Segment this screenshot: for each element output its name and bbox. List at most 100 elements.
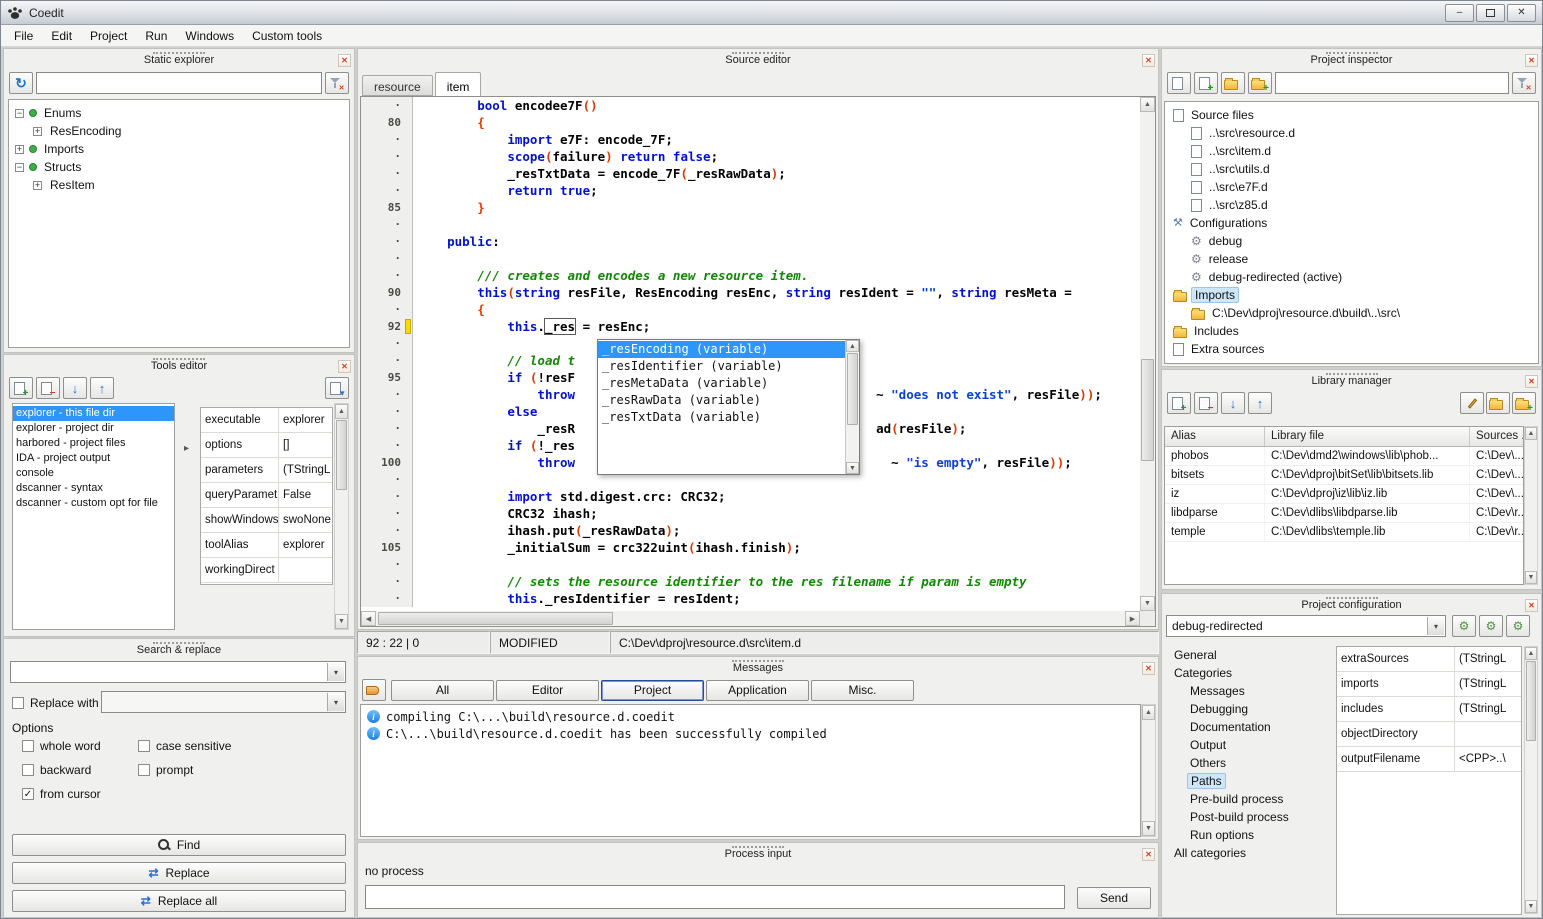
scroll-thumb[interactable] (378, 612, 613, 625)
add-tool-button[interactable] (9, 377, 33, 399)
tree-item[interactable]: C:\Dev\dproj\resource.d\build\..\src\ (1165, 304, 1538, 322)
option-checkbox[interactable]: whole word (22, 739, 138, 753)
move-tool-up-button[interactable]: ↑ (90, 377, 114, 399)
table-row[interactable]: phobosC:\Dev\dmd2\windows\lib\phob...C:\… (1165, 447, 1523, 466)
tab-item[interactable]: item (435, 72, 482, 97)
execute-tool-button[interactable] (325, 377, 349, 399)
column-header[interactable]: Alias (1165, 427, 1265, 446)
tool-item[interactable]: console (13, 466, 174, 481)
code-line[interactable]: · (361, 556, 1140, 573)
maximize-button[interactable] (1476, 4, 1505, 22)
replace-button[interactable]: ⇄ Replace (12, 862, 346, 884)
clear-filter-button[interactable]: ✕ (325, 72, 349, 94)
menu-item-project[interactable]: Project (81, 26, 136, 46)
option-checkbox[interactable]: case sensitive (138, 739, 342, 753)
scroll-down-button[interactable]: ▼ (1525, 900, 1537, 913)
expand-icon[interactable]: + (15, 145, 24, 154)
tree-item[interactable]: Includes (1165, 322, 1538, 340)
editor-hscrollbar[interactable]: ◀ ▶ (361, 611, 1140, 626)
close-process-input-button[interactable]: ✕ (1142, 848, 1155, 861)
menu-item-edit[interactable]: Edit (42, 26, 81, 46)
code-line[interactable]: · public: (361, 233, 1140, 250)
open-library-file-button[interactable] (1486, 392, 1510, 414)
code-line[interactable]: · (361, 216, 1140, 233)
collapse-icon[interactable]: − (15, 163, 24, 172)
tree-item[interactable]: Messages (1165, 682, 1320, 700)
tree-item[interactable]: −Enums (9, 104, 349, 122)
menu-item-windows[interactable]: Windows (176, 26, 243, 46)
filter-all[interactable]: All (391, 680, 494, 701)
tree-item[interactable]: Extra sources (1165, 340, 1538, 358)
tools-scrollbar[interactable]: ▲ ▼ (334, 403, 349, 630)
tool-item[interactable]: dscanner - custom opt for file (13, 496, 174, 511)
filter-misc[interactable]: Misc. (811, 680, 914, 701)
table-row[interactable]: izC:\Dev\dproj\iz\lib\iz.libC:\Dev\... (1165, 485, 1523, 504)
property-row[interactable]: toolAliasexplorer (201, 533, 332, 558)
property-row[interactable]: outputFilename<CPP>..\ (1337, 747, 1521, 772)
config-sync-button-c[interactable]: ⚙ (1506, 615, 1530, 637)
tree-item[interactable]: +ResEncoding (9, 122, 349, 140)
collapse-icon[interactable]: − (15, 109, 24, 118)
remove-tool-button[interactable] (36, 377, 60, 399)
code-line[interactable]: 90 this(string resFile, ResEncoding resE… (361, 284, 1140, 301)
property-row[interactable]: options[] (201, 433, 332, 458)
close-static-explorer-button[interactable]: ✕ (338, 54, 351, 67)
code-line[interactable]: 105 _initialSum = crc322uint(ihash.finis… (361, 539, 1140, 556)
replace-with-checkbox[interactable]: Replace with (12, 696, 99, 710)
process-input[interactable] (365, 885, 1065, 909)
option-checkbox[interactable]: prompt (138, 763, 342, 777)
filter-editor[interactable]: Editor (496, 680, 599, 701)
move-library-up-button[interactable]: ↑ (1248, 392, 1272, 414)
tree-item[interactable]: Imports (1165, 286, 1538, 304)
completion-item[interactable]: _resTxtData (variable) (598, 409, 845, 426)
tool-item[interactable]: explorer - this file dir (13, 406, 174, 421)
close-project-configuration-button[interactable]: ✕ (1525, 599, 1538, 612)
tree-item[interactable]: −Structs (9, 158, 349, 176)
code-line[interactable]: · import e7F: encode_7F; (361, 131, 1140, 148)
menu-item-custom-tools[interactable]: Custom tools (243, 26, 331, 46)
scroll-up-button[interactable]: ▲ (1142, 705, 1155, 720)
tree-item[interactable]: Others (1165, 754, 1320, 772)
move-tool-down-button[interactable]: ↓ (63, 377, 87, 399)
config-sync-button-b[interactable]: ⚙ (1479, 615, 1503, 637)
close-project-inspector-button[interactable]: ✕ (1525, 54, 1538, 67)
new-file-button[interactable] (1167, 72, 1191, 94)
tree-item[interactable]: Output (1165, 736, 1320, 754)
add-library-button[interactable] (1167, 392, 1191, 414)
configuration-select[interactable]: debug-redirected ▾ (1166, 615, 1446, 637)
scroll-thumb[interactable] (1526, 661, 1536, 741)
config-sync-button-a[interactable]: ⚙ (1452, 615, 1476, 637)
search-term-combo[interactable]: ▾ (10, 661, 346, 683)
tree-item[interactable]: Documentation (1165, 718, 1320, 736)
table-row[interactable]: bitsetsC:\Dev\dproj\bitSet\lib\bitsets.l… (1165, 466, 1523, 485)
tree-item[interactable]: +Imports (9, 140, 349, 158)
messages-scrollbar[interactable]: ▲ ▼ (1141, 704, 1156, 837)
editor-vscrollbar[interactable]: ▲ ▼ (1140, 97, 1155, 611)
property-row[interactable]: objectDirectory (1337, 722, 1521, 747)
completion-item[interactable]: _resEncoding (variable) (598, 341, 845, 358)
tree-item[interactable]: ..\src\resource.d (1165, 124, 1538, 142)
tree-item[interactable]: Categories (1165, 664, 1320, 682)
message-row[interactable]: icompiling C:\...\build\resource.d.coedi… (361, 708, 1140, 725)
expand-icon[interactable]: + (33, 127, 42, 136)
expand-icon[interactable]: + (33, 181, 42, 190)
dropdown-button[interactable]: ▾ (327, 663, 344, 681)
replace-all-button[interactable]: ⇄ Replace all (12, 890, 346, 912)
tool-item[interactable]: harbored - project files (13, 436, 174, 451)
code-line[interactable]: 80 { (361, 114, 1140, 131)
close-messages-button[interactable]: ✕ (1142, 662, 1155, 675)
tree-item[interactable]: Debugging (1165, 700, 1320, 718)
property-row[interactable]: parameters(TStringL (201, 458, 332, 483)
tree-item[interactable]: ⚙debug-redirected (active) (1165, 268, 1538, 286)
tree-item[interactable]: ⚒Configurations (1165, 214, 1538, 232)
code-line[interactable]: · // sets the resource identifier to the… (361, 573, 1140, 590)
code-line[interactable]: · ihash.put(_resRawData); (361, 522, 1140, 539)
library-scrollbar[interactable]: ▲ ▼ (1524, 426, 1538, 585)
titlebar[interactable]: Coedit – ✕ (1, 1, 1542, 25)
code-viewport[interactable]: · bool encodee7F()80 {· import e7F: enco… (361, 97, 1140, 611)
close-window-button[interactable]: ✕ (1507, 4, 1536, 22)
completion-item[interactable]: _resMetaData (variable) (598, 375, 845, 392)
property-row[interactable]: queryParametFalse (201, 483, 332, 508)
inspector-filter-input[interactable] (1275, 72, 1509, 94)
table-row[interactable]: templeC:\Dev\dlibs\temple.libC:\Dev\r... (1165, 523, 1523, 542)
